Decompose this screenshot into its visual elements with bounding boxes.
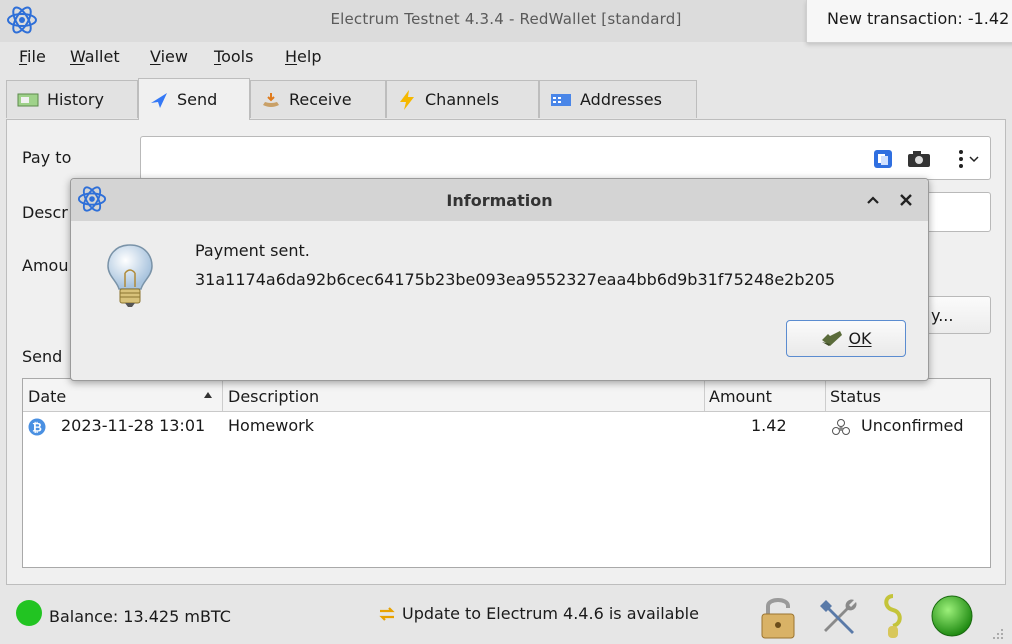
- tab-history[interactable]: History: [6, 80, 138, 118]
- row-date: 2023-11-28 13:01: [61, 416, 206, 435]
- receive-icon: [263, 92, 279, 107]
- menu-bar: File Wallet View Tools Help: [0, 43, 1012, 73]
- menu-help[interactable]: Help: [285, 47, 321, 66]
- camera-icon[interactable]: [907, 150, 931, 168]
- tab-send-label: Send: [177, 90, 218, 109]
- col-amount[interactable]: Amount: [709, 387, 772, 406]
- menu-tools[interactable]: Tools: [214, 47, 253, 66]
- pay-to-label: Pay to: [22, 148, 72, 167]
- col-status[interactable]: Status: [830, 387, 881, 406]
- resize-grip-icon[interactable]: [990, 626, 1004, 640]
- check-icon: [822, 330, 843, 346]
- tab-history-label: History: [47, 90, 104, 109]
- ok-button[interactable]: OK: [786, 320, 906, 357]
- tab-receive-label: Receive: [289, 90, 352, 109]
- lightning-icon: [400, 89, 414, 110]
- tab-receive[interactable]: Receive: [250, 80, 386, 118]
- tab-channels[interactable]: Channels: [386, 80, 539, 118]
- notification-text: New transaction: -1.42: [827, 9, 1010, 28]
- information-dialog: Information Payment sent. 31a1174a6da92b…: [70, 178, 929, 381]
- status-bar: Balance: 13.425 mBTC Update to Electrum …: [0, 588, 1012, 644]
- tab-send[interactable]: Send: [138, 78, 250, 120]
- ok-button-label: OK: [848, 329, 872, 348]
- more-options-icon[interactable]: [953, 149, 983, 169]
- tab-addresses[interactable]: Addresses: [539, 80, 697, 118]
- row-status: Unconfirmed: [861, 416, 964, 435]
- dialog-message-line1: Payment sent.: [195, 241, 310, 260]
- history-icon: [17, 93, 39, 106]
- table-header: Date Description Amount Status: [23, 379, 990, 412]
- notification-popup[interactable]: New transaction: -1.42: [806, 0, 1012, 43]
- row-description: Homework: [228, 416, 314, 435]
- amount-label: Amou: [22, 256, 69, 275]
- addresses-icon: [551, 93, 571, 106]
- dialog-txid: 31a1174a6da92b6cec64175b23be093ea9552327…: [195, 270, 836, 289]
- send-section-label: Send: [22, 347, 63, 366]
- dialog-title: Information: [446, 191, 553, 210]
- tab-addresses-label: Addresses: [580, 90, 662, 109]
- balance-text: Balance: 13.425 mBTC: [49, 607, 231, 626]
- preferences-icon[interactable]: [816, 594, 860, 638]
- table-row[interactable]: ₿ 2023-11-28 13:01 Homework 1.42 Unconfi…: [23, 411, 990, 443]
- send-icon: [151, 92, 167, 108]
- menu-file[interactable]: File: [19, 47, 46, 66]
- close-icon[interactable]: [899, 193, 913, 207]
- dialog-title-bar[interactable]: Information: [71, 179, 928, 221]
- svg-text:₿: ₿: [32, 421, 42, 435]
- col-description[interactable]: Description: [228, 387, 319, 406]
- unconfirmed-icon: [832, 419, 850, 435]
- balance-status-icon: [16, 600, 42, 626]
- maximize-icon[interactable]: [866, 195, 880, 205]
- lightbulb-icon: [107, 244, 153, 307]
- update-notice[interactable]: Update to Electrum 4.4.6 is available: [402, 604, 699, 623]
- invoices-table[interactable]: Date Description Amount Status ₿ 2023-11…: [22, 378, 991, 568]
- row-amount: 1.42: [751, 416, 787, 435]
- description-label: Descr: [22, 203, 68, 222]
- tab-channels-label: Channels: [425, 90, 500, 109]
- col-date[interactable]: Date: [28, 387, 66, 406]
- menu-view[interactable]: View: [150, 47, 188, 66]
- lock-icon[interactable]: [758, 592, 798, 640]
- paste-icon[interactable]: [873, 149, 893, 169]
- menu-wallet[interactable]: Wallet: [70, 47, 120, 66]
- pay-to-input[interactable]: [140, 136, 991, 180]
- sort-ascending-icon[interactable]: [203, 391, 213, 399]
- pay-button-label: y...: [931, 306, 954, 325]
- seed-icon[interactable]: [878, 592, 908, 640]
- update-icon[interactable]: [378, 606, 396, 622]
- network-status-icon[interactable]: [930, 594, 974, 638]
- bitcoin-icon: ₿: [28, 418, 46, 436]
